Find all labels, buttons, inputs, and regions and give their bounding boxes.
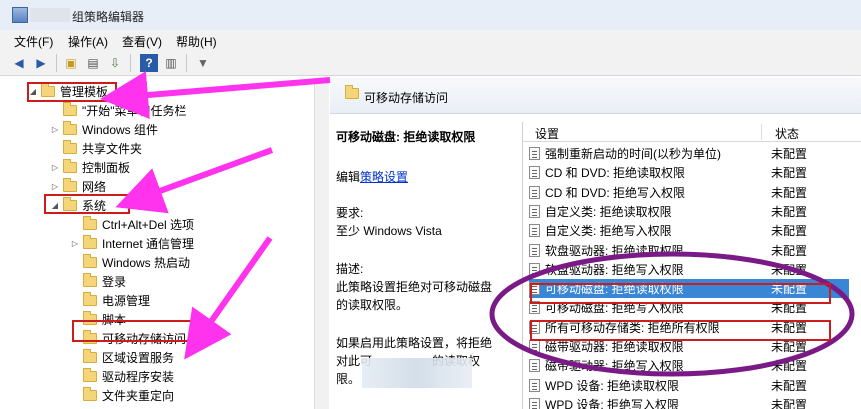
annotation-box-removable-read xyxy=(530,283,831,304)
annotation-box-all-removable xyxy=(530,320,831,341)
arrow-to-removable-storage xyxy=(184,236,273,360)
annotation-ellipse xyxy=(489,251,855,377)
arrow-to-system xyxy=(115,147,274,214)
annotation-overlay xyxy=(100,71,855,377)
arrow-to-admin-templates xyxy=(100,71,331,119)
